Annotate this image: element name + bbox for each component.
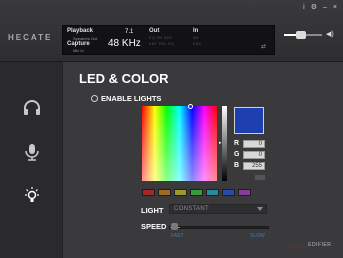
chevron-down-icon: [257, 207, 263, 211]
speed-slow-label: SLOW: [250, 233, 265, 239]
close-icon[interactable]: ×: [333, 4, 337, 12]
light-mode-label: LIGHT: [141, 206, 164, 215]
preset-color-2[interactable]: [158, 189, 171, 196]
green-label: G: [234, 151, 240, 158]
color-presets: [142, 189, 251, 196]
page-title: LED & COLOR: [79, 71, 169, 86]
info-icon[interactable]: i: [303, 4, 305, 12]
headphones-icon[interactable]: [22, 98, 42, 118]
swap-arrows-icon[interactable]: ⇄: [261, 43, 266, 50]
blue-label: B: [234, 162, 240, 169]
enable-lights-label: ENABLE LIGHTS: [101, 93, 162, 103]
preset-color-4[interactable]: [190, 189, 203, 196]
out-codes-row2: SBF SBL EQ: [149, 42, 175, 46]
sample-rate: 48 KHz: [108, 38, 141, 49]
speed-fast-label: FAST: [171, 233, 184, 239]
status-panel: Playback Speakers Out Capture Mic In 7.1…: [62, 25, 275, 55]
preset-color-1[interactable]: [142, 189, 155, 196]
brightness-marker-icon[interactable]: ▸: [219, 140, 222, 146]
sample-rate-value: 48: [108, 38, 120, 49]
preset-color-3[interactable]: [174, 189, 187, 196]
brightness-slider[interactable]: [222, 106, 227, 181]
green-input[interactable]: 0: [243, 150, 265, 159]
led-color-panel: LED & COLOR ENABLE LIGHTS ▸ R 0 G 0 B 25…: [62, 62, 343, 258]
light-mode-select[interactable]: CONSTANT: [169, 204, 267, 214]
in-code-enc: ENC: [193, 42, 202, 46]
enable-lights-toggle[interactable]: ENABLE LIGHTS: [91, 93, 161, 103]
rgb-row-g: G 0: [234, 150, 265, 159]
in-label: In: [193, 28, 199, 34]
minimize-icon[interactable]: –: [323, 4, 327, 12]
microphone-icon[interactable]: [22, 142, 42, 162]
brand-tagline: Powered by: [284, 242, 306, 248]
top-bar: HECATE Playback Speakers Out Capture Mic…: [0, 0, 343, 62]
out-codes-row1: EQ SB SBS: [149, 36, 173, 40]
capture-device: Mic In: [73, 48, 84, 53]
led-bulb-icon[interactable]: [22, 186, 42, 206]
app-window: HECATE Playback Speakers Out Capture Mic…: [0, 0, 343, 258]
sample-rate-unit: KHz: [121, 38, 141, 49]
preset-color-7[interactable]: [238, 189, 251, 196]
preset-color-5[interactable]: [206, 189, 219, 196]
light-mode-value: CONSTANT: [174, 206, 209, 212]
red-input[interactable]: 0: [243, 139, 265, 148]
rgb-row-r: R 0: [234, 139, 265, 148]
in-code-ns: NS: [193, 36, 199, 40]
selected-color-swatch: [234, 107, 264, 134]
speed-label: SPEED: [141, 222, 167, 231]
out-label: Out: [149, 28, 160, 34]
playback-label: Playback: [67, 28, 94, 34]
eyedropper-button[interactable]: [254, 174, 266, 181]
power-icon[interactable]: [91, 94, 98, 102]
brand-name: EDIFIER: [308, 242, 332, 248]
volume-slider-handle[interactable]: [296, 31, 306, 39]
window-controls: i ⚙ – ×: [303, 4, 337, 12]
app-logo: HECATE: [8, 33, 53, 42]
blue-input[interactable]: 255: [243, 161, 265, 170]
speed-slider-handle[interactable]: [171, 223, 178, 230]
preset-color-6[interactable]: [222, 189, 235, 196]
rgb-row-b: B 255: [234, 161, 265, 170]
color-picker-handle[interactable]: [188, 104, 193, 109]
speaker-icon[interactable]: ◀): [326, 30, 334, 38]
sidebar: [0, 62, 62, 258]
brand-logo: Powered by EDIFIER: [284, 242, 331, 248]
red-label: R: [234, 140, 240, 147]
volume-control: ◀): [284, 30, 342, 40]
speed-slider-track[interactable]: [169, 226, 269, 229]
capture-label: Capture: [67, 41, 90, 47]
color-spectrum[interactable]: [142, 104, 217, 181]
channel-mode: 7.1: [125, 29, 134, 35]
settings-icon[interactable]: ⚙: [311, 4, 317, 12]
